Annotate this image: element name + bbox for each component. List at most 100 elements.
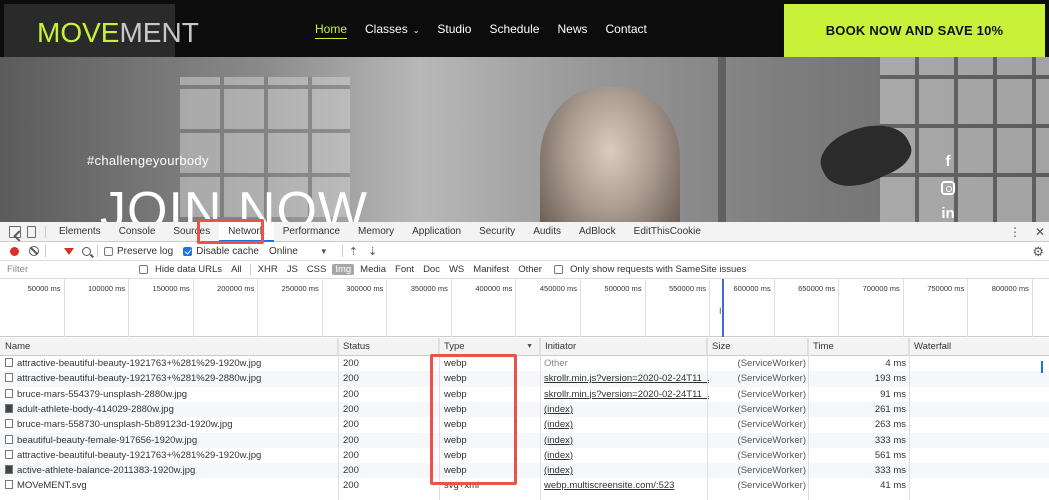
preserve-log-label: Preserve log xyxy=(117,245,174,257)
column-divider[interactable] xyxy=(707,338,708,500)
table-row[interactable]: attractive-beautiful-beauty-1921763+%281… xyxy=(0,448,1049,463)
disable-cache-checkbox[interactable] xyxy=(183,246,193,256)
filter-input[interactable]: Filter xyxy=(7,264,127,275)
timeline-tick: 50000 ms xyxy=(0,279,65,337)
nav-classes[interactable]: Classes ⌄ xyxy=(365,22,419,39)
filter-type-js[interactable]: JS xyxy=(284,264,301,275)
gear-icon[interactable]: ⚙ xyxy=(1032,244,1044,260)
chevron-down-icon: ⌄ xyxy=(412,26,420,35)
tab-application[interactable]: Application xyxy=(403,222,470,242)
linkedin-icon[interactable]: in xyxy=(938,205,958,222)
waterfall-bar xyxy=(1041,361,1043,373)
table-row[interactable]: attractive-beautiful-beauty-1921763+%281… xyxy=(0,356,1049,371)
request-name[interactable]: attractive-beautiful-beauty-1921763+%281… xyxy=(5,448,335,463)
request-name[interactable]: adult-athlete-body-414029-2880w.jpg xyxy=(5,402,335,417)
instagram-icon[interactable] xyxy=(938,179,958,205)
request-name[interactable]: attractive-beautiful-beauty-1921763+%281… xyxy=(5,356,335,371)
column-initiator[interactable]: Initiator xyxy=(540,338,707,356)
table-row[interactable]: bruce-mars-554379-unsplash-2880w.jpg 200 w… xyxy=(0,387,1049,402)
request-initiator[interactable]: skrollr.min.js?version=2020-02-24T11_... xyxy=(544,371,709,386)
request-initiator[interactable]: (index) xyxy=(544,402,709,417)
request-size: (ServiceWorker) xyxy=(737,403,806,415)
filter-type-ws[interactable]: WS xyxy=(446,264,467,275)
filter-type-font[interactable]: Font xyxy=(392,264,417,275)
dark-image-file-icon xyxy=(5,403,13,413)
network-overview-timeline[interactable]: 800000 ms 750000 ms 700000 ms 650000 ms 6000… xyxy=(0,279,1049,337)
request-name[interactable]: active-athlete-balance-2011383-1920w.jpg xyxy=(5,463,335,478)
column-name[interactable]: Name xyxy=(0,338,338,356)
filter-icon[interactable] xyxy=(64,247,74,255)
table-row[interactable]: MOVeMENT.svg 200 svg+xml webp.multiscreensi… xyxy=(0,478,1049,493)
device-toolbar-icon[interactable] xyxy=(27,226,36,238)
request-name[interactable]: MOVeMENT.svg xyxy=(5,478,335,493)
more-options-icon[interactable]: ⋮ xyxy=(1009,225,1021,239)
preserve-log-checkbox[interactable] xyxy=(104,246,113,256)
table-row[interactable]: beautiful-beauty-female-917656-1920w.jpg… xyxy=(0,432,1049,448)
request-name[interactable]: bruce-mars-558730-unsplash-5b89123d-1920… xyxy=(5,417,335,432)
filter-type-xhr[interactable]: XHR xyxy=(255,264,281,275)
image-file-icon xyxy=(5,449,13,459)
request-name[interactable]: attractive-beautiful-beauty-1921763+%281… xyxy=(5,371,335,386)
request-initiator[interactable]: (index) xyxy=(544,463,709,478)
filter-type-css[interactable]: CSS xyxy=(304,264,330,275)
table-row[interactable]: bruce-mars-558730-unsplash-5b89123d-1920… xyxy=(0,417,1049,432)
tab-performance[interactable]: Performance xyxy=(274,222,349,242)
column-divider[interactable] xyxy=(540,338,541,500)
tab-memory[interactable]: Memory xyxy=(349,222,403,242)
request-initiator[interactable]: (index) xyxy=(544,417,709,432)
request-initiator[interactable]: skrollr.min.js?version=2020-02-24T11_... xyxy=(544,387,709,402)
filter-type-doc[interactable]: Doc xyxy=(420,264,443,275)
table-row[interactable]: attractive-beautiful-beauty-1921763+%281… xyxy=(0,371,1049,387)
nav-news[interactable]: News xyxy=(557,22,587,39)
column-divider[interactable] xyxy=(909,338,910,500)
filter-type-other[interactable]: Other xyxy=(515,264,545,275)
tab-elements[interactable]: Elements xyxy=(50,222,110,242)
filter-type-img[interactable]: Img xyxy=(332,264,355,275)
tab-security[interactable]: Security xyxy=(470,222,524,242)
search-icon[interactable] xyxy=(82,246,91,256)
table-row[interactable]: adult-athlete-body-414029-2880w.jpg 200 we… xyxy=(0,401,1049,418)
facebook-icon[interactable]: f xyxy=(938,153,958,179)
request-initiator[interactable]: (index) xyxy=(544,433,709,448)
book-now-button[interactable]: BOOK NOW AND SAVE 10% xyxy=(784,4,1045,57)
column-status[interactable]: Status xyxy=(338,338,439,356)
timeline-tick-label: 350000 ms xyxy=(410,284,448,293)
request-status: 200 xyxy=(343,480,359,492)
nav-contact[interactable]: Contact xyxy=(606,22,647,39)
timeline-tick: 100000 ms xyxy=(65,279,130,337)
tab-adblock[interactable]: AdBlock xyxy=(570,222,625,242)
timeline-tick: 750000 ms xyxy=(904,279,969,337)
filter-type-manifest[interactable]: Manifest xyxy=(470,264,512,275)
column-divider[interactable] xyxy=(338,338,339,500)
nav-home[interactable]: Home xyxy=(315,22,348,39)
request-name[interactable]: beautiful-beauty-female-917656-1920w.jpg xyxy=(5,433,335,448)
request-initiator[interactable]: (index) xyxy=(544,448,709,463)
request-time: 333 ms xyxy=(874,434,906,446)
nav-schedule[interactable]: Schedule xyxy=(489,22,539,39)
filter-type-all[interactable]: All xyxy=(228,264,245,275)
request-name[interactable]: bruce-mars-554379-unsplash-2880w.jpg xyxy=(5,387,335,402)
column-size[interactable]: Size xyxy=(707,338,808,356)
column-time[interactable]: Time xyxy=(808,338,909,356)
tab-console[interactable]: Console xyxy=(110,222,165,242)
hero-title: JOIN NOW xyxy=(100,182,368,222)
inspect-element-icon[interactable] xyxy=(9,226,21,238)
tab-editthiscookie[interactable]: EditThisCookie xyxy=(625,222,710,242)
column-divider[interactable] xyxy=(808,338,809,500)
filter-type-media[interactable]: Media xyxy=(357,264,389,275)
samesite-checkbox[interactable] xyxy=(553,265,563,274)
nav-studio[interactable]: Studio xyxy=(437,22,471,39)
tab-audits[interactable]: Audits xyxy=(524,222,570,242)
request-initiator[interactable]: webp.multiscreensite.com/:523 xyxy=(544,478,709,493)
close-icon[interactable]: ✕ xyxy=(1035,225,1045,239)
import-har-icon[interactable]: ⇡ xyxy=(349,245,358,258)
throttling-select[interactable]: Online xyxy=(269,246,298,257)
table-row[interactable]: active-athlete-balance-2011383-1920w.jpg… xyxy=(0,463,1049,479)
export-har-icon[interactable]: ⇣ xyxy=(368,245,377,258)
clear-icon[interactable] xyxy=(29,246,39,256)
logo-container[interactable]: MOVEMENT xyxy=(4,4,199,57)
record-icon[interactable] xyxy=(10,246,19,256)
column-waterfall[interactable]: Waterfall xyxy=(909,338,1049,356)
hide-data-urls-checkbox[interactable] xyxy=(139,265,148,274)
dropdown-caret-icon[interactable]: ▼ xyxy=(320,247,328,256)
